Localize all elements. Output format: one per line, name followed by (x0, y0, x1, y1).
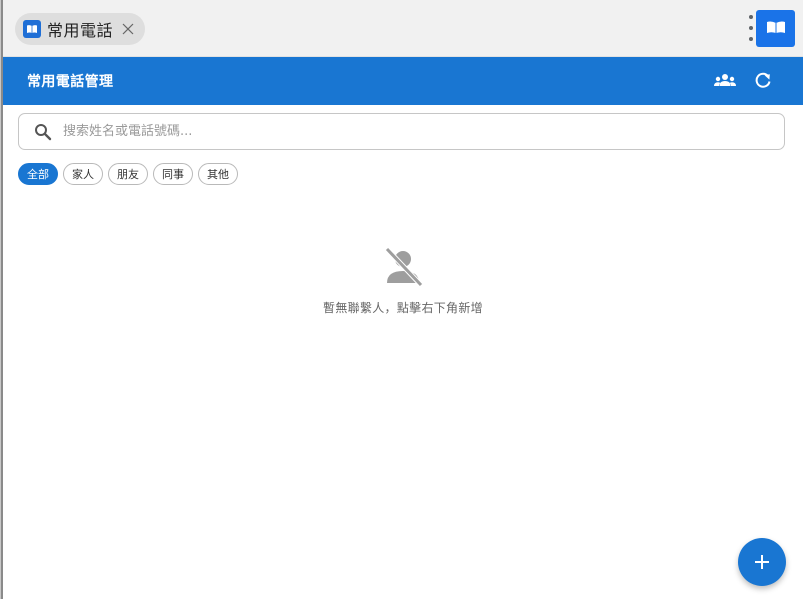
category-filters: 全部 家人 朋友 同事 其他 (18, 163, 238, 185)
filter-chip-colleagues[interactable]: 同事 (153, 163, 193, 185)
app-header: 常用電話管理 (3, 57, 803, 105)
filter-chip-all[interactable]: 全部 (18, 163, 58, 185)
empty-state: 暫無聯繫人，點擊右下角新增 (3, 243, 803, 316)
more-vert-icon[interactable] (746, 15, 756, 41)
filter-chip-other[interactable]: 其他 (198, 163, 238, 185)
groups-icon[interactable] (713, 69, 737, 93)
empty-message: 暫無聯繫人，點擊右下角新增 (323, 301, 483, 315)
add-icon (755, 555, 769, 569)
tab-title: 常用電話 (47, 23, 114, 40)
add-contact-button[interactable] (738, 538, 786, 586)
app-window: 常用電話 常用電話管理 搜索姓名或電話號碼... 全部 家人 朋友 同事 其他 … (0, 0, 803, 599)
book-icon (766, 19, 786, 38)
page-title: 常用電話管理 (27, 74, 114, 90)
search-box (18, 113, 785, 150)
filter-chip-family[interactable]: 家人 (63, 163, 103, 185)
browser-top-bar: 常用電話 (3, 0, 803, 57)
extension-button[interactable] (756, 10, 795, 47)
search-input[interactable] (61, 123, 784, 140)
close-icon[interactable] (121, 22, 135, 36)
person-off-icon (385, 247, 423, 287)
header-actions (713, 57, 775, 105)
refresh-icon[interactable] (751, 69, 775, 93)
book-icon (23, 20, 41, 38)
page-tab[interactable]: 常用電話 (15, 13, 146, 45)
search-icon (33, 122, 53, 142)
filter-chip-friends[interactable]: 朋友 (108, 163, 148, 185)
